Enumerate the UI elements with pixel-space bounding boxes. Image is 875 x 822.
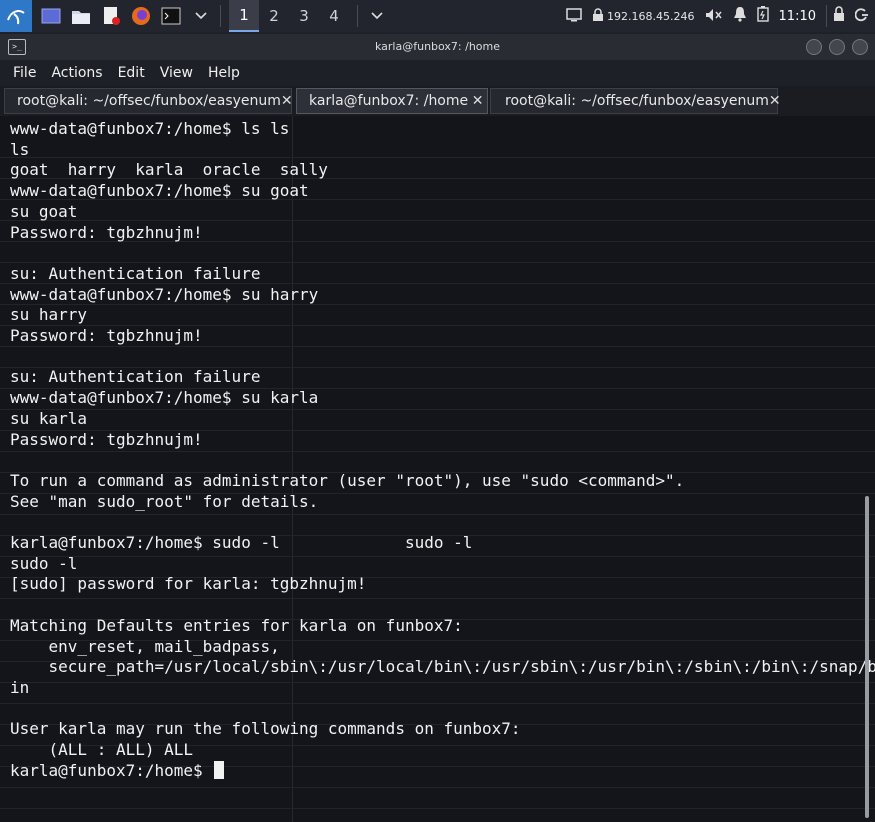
terminal-line: goat harry karla oracle sally (10, 160, 328, 180)
terminal-line: su: Authentication failure (10, 367, 261, 387)
kali-menu-icon[interactable] (0, 0, 32, 32)
top-panel: 1 2 3 4 192.168.45.246 11:10 (0, 0, 875, 32)
terminal-line: env_reset, mail_badpass, (48, 636, 280, 656)
terminal-line: www-data@funbox7:/home$ su karla (10, 388, 319, 408)
panel-separator (220, 5, 221, 27)
terminal-line: (ALL : ALL) ALL (48, 740, 194, 760)
terminal-window: >_ karla@funbox7: /home File Actions Edi… (0, 34, 875, 822)
workspace-2[interactable]: 2 (259, 0, 289, 32)
tab-root-kali-2[interactable]: root@kali: ~/offsec/funbox/easyenum ✕ (490, 88, 781, 114)
menu-edit[interactable]: Edit (118, 65, 145, 81)
clock: 11:10 (778, 8, 816, 24)
terminal-line: secure_path=/usr/local/sbin\:/usr/local/… (48, 657, 875, 677)
tab-karla-funbox7[interactable]: karla@funbox7: /home ✕ (296, 88, 488, 114)
tab-label: root@kali: ~/offsec/funbox/easyenum (17, 93, 281, 109)
close-icon[interactable]: ✕ (769, 93, 781, 109)
terminal-line: User karla may run the following command… (10, 719, 521, 739)
terminal-line: Password: tgbzhnujm! (10, 222, 203, 242)
chevron-down-icon[interactable] (366, 5, 388, 27)
chevron-down-icon[interactable] (190, 5, 212, 27)
terminal-line: su: Authentication failure (10, 263, 261, 283)
network-lock-icon[interactable] (592, 7, 604, 26)
panel-separator (357, 5, 358, 27)
terminal-line: See "man sudo_root" for details. (10, 491, 319, 511)
scrollbar[interactable] (865, 496, 869, 818)
tab-bar: root@kali: ~/offsec/funbox/easyenum ✕ ka… (0, 86, 875, 116)
ip-address: 192.168.45.246 (607, 9, 695, 23)
maximize-button[interactable] (829, 39, 845, 55)
terminal-line: To run a command as administrator (user … (10, 470, 685, 490)
workspace-1[interactable]: 1 (229, 0, 259, 32)
terminal-line: [sudo] password for karla: tgbzhnujm! (10, 574, 367, 594)
ghost-row (0, 787, 875, 809)
terminal-line: Password: tgbzhnujm! (10, 429, 203, 449)
logout-icon[interactable] (854, 7, 869, 26)
menu-view[interactable]: View (160, 65, 193, 81)
close-icon[interactable]: ✕ (468, 93, 487, 109)
terminal-line: Matching Defaults entries for karla on f… (10, 615, 463, 635)
terminal-lines: www-data@funbox7:/home$ ls ls ls goat ha… (10, 119, 875, 782)
terminal-line: su harry (10, 305, 88, 325)
tab-root-kali-1[interactable]: root@kali: ~/offsec/funbox/easyenum ✕ (4, 88, 293, 114)
tab-label: karla@funbox7: /home (309, 93, 469, 109)
menu-bar: File Actions Edit View Help (0, 60, 875, 86)
notifications-icon[interactable] (733, 6, 747, 26)
text-editor-icon[interactable] (100, 5, 122, 27)
menu-file[interactable]: File (13, 65, 36, 81)
close-icon[interactable]: ✕ (281, 93, 293, 109)
terminal-line: su goat (10, 201, 78, 221)
firefox-icon[interactable] (130, 5, 152, 27)
battery-icon (756, 6, 769, 26)
tab-label: root@kali: ~/offsec/funbox/easyenum (505, 93, 769, 109)
close-button[interactable] (852, 39, 868, 55)
lock-screen-icon[interactable] (833, 6, 845, 26)
terminal-cursor (214, 760, 225, 779)
workspace-4[interactable]: 4 (319, 0, 349, 32)
terminal-line: www-data@funbox7:/home$ su harry (10, 284, 319, 304)
terminal-line: Password: tgbzhnujm! (10, 326, 203, 346)
terminal-text: www-data@funbox7:/home$ ls ls ls goat ha… (10, 119, 875, 759)
window-title: karla@funbox7: /home (374, 40, 501, 53)
terminal-line: sudo -l (10, 553, 78, 573)
terminal-line: ls (10, 139, 30, 159)
terminal-prompt: karla@funbox7:/home$ (10, 760, 213, 780)
menu-actions[interactable]: Actions (51, 65, 102, 81)
workspace-3[interactable]: 3 (289, 0, 319, 32)
minimize-button[interactable] (806, 39, 822, 55)
show-desktop-icon[interactable] (40, 5, 62, 27)
file-manager-icon[interactable] (70, 5, 92, 27)
volume-icon[interactable] (705, 7, 723, 26)
terminal-line: in (10, 677, 30, 697)
panel-separator (826, 5, 827, 27)
terminal-line: karla@funbox7:/home$ sudo -l sudo -l (10, 533, 473, 553)
terminal-line: www-data@funbox7:/home$ su goat (10, 181, 309, 201)
screen-icon[interactable] (566, 7, 582, 26)
terminal-output[interactable]: www-data@funbox7:/home$ ls ls ls goat ha… (0, 116, 875, 822)
terminal-icon[interactable] (160, 5, 182, 27)
window-titlebar[interactable]: >_ karla@funbox7: /home (0, 34, 875, 60)
terminal-line: su karla (10, 408, 88, 428)
terminal-line: www-data@funbox7:/home$ ls ls (10, 119, 290, 138)
ghost-row (0, 808, 875, 822)
menu-help[interactable]: Help (208, 65, 240, 81)
